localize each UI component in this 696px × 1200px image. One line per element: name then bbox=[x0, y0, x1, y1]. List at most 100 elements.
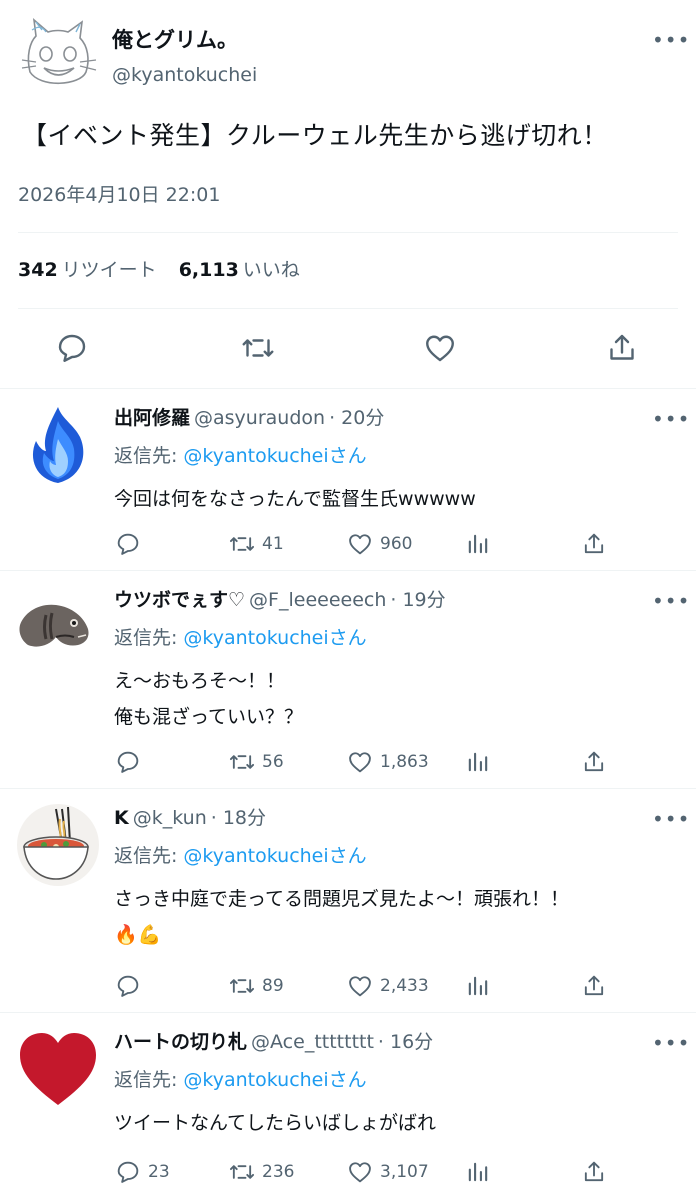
reply-tweet[interactable]: ハートの切り札 @Ace_tttttttt · 16分 ••• 返信先: @kyant… bbox=[0, 1012, 696, 1200]
reply-author-handle[interactable]: @Ace_tttttttt bbox=[251, 1031, 374, 1053]
share-button[interactable] bbox=[580, 1157, 608, 1187]
reply-icon bbox=[117, 1161, 139, 1183]
reply-action-bar: 56 1,863 bbox=[0, 747, 696, 777]
reply-to-link[interactable]: @kyantokucheiさん bbox=[183, 1069, 366, 1091]
retweet-icon bbox=[229, 537, 255, 551]
reply-author-name[interactable]: ウツボでぇす♡ bbox=[114, 589, 245, 611]
reply-time[interactable]: · 16分 bbox=[378, 1031, 433, 1053]
reply-button[interactable] bbox=[114, 529, 148, 559]
retweet-button[interactable]: 56 bbox=[228, 747, 284, 777]
reply-text: 今回は何をなさったんで監督生氏wwwww bbox=[114, 481, 476, 517]
reply-icon bbox=[117, 751, 139, 773]
moray-eel-icon[interactable] bbox=[16, 585, 100, 669]
reply-to-link[interactable]: @kyantokucheiさん bbox=[183, 845, 366, 867]
reply-to-link[interactable]: @kyantokucheiさん bbox=[183, 445, 366, 467]
reply-action-bar: 89 2,433 bbox=[0, 971, 696, 1001]
like-count[interactable]: 6,113 bbox=[179, 259, 239, 281]
reply-icon[interactable] bbox=[54, 330, 90, 366]
like-icon bbox=[349, 976, 371, 997]
analytics-button[interactable] bbox=[464, 529, 492, 559]
reply-button[interactable] bbox=[114, 971, 148, 1001]
like-button[interactable]: 3,107 bbox=[346, 1157, 429, 1187]
tweet-stats: 342 リツイート 6,113 いいね bbox=[18, 255, 300, 282]
like-count: 2,433 bbox=[380, 976, 429, 996]
reply-time[interactable]: · 18分 bbox=[211, 807, 266, 829]
retweet-button[interactable]: 236 bbox=[228, 1157, 294, 1187]
more-options-icon[interactable]: ••• bbox=[652, 591, 690, 611]
like-button[interactable]: 960 bbox=[346, 529, 412, 559]
noodle-bowl-icon[interactable] bbox=[16, 803, 100, 887]
share-icon[interactable] bbox=[604, 330, 640, 366]
reply-button[interactable] bbox=[114, 747, 148, 777]
share-button[interactable] bbox=[580, 747, 608, 777]
share-button[interactable] bbox=[580, 529, 608, 559]
reply-author-handle[interactable]: @k_kun bbox=[133, 807, 207, 829]
retweet-count[interactable]: 342 bbox=[18, 259, 58, 281]
reply-author-name[interactable]: 出阿修羅 bbox=[114, 407, 190, 429]
reply-icon bbox=[117, 975, 139, 997]
blue-flame-icon[interactable] bbox=[16, 403, 100, 487]
reply-text: さっき中庭で走ってる問題児ズ見たよ〜！頑張れ！！ 🔥💪 bbox=[114, 881, 569, 953]
reply-time[interactable]: · 20分 bbox=[329, 407, 384, 429]
reply-author-handle[interactable]: @F_leeeeeech bbox=[249, 589, 386, 611]
reply-author-name[interactable]: ハートの切り札 bbox=[114, 1031, 247, 1053]
analytics-button[interactable] bbox=[464, 747, 492, 777]
retweet-icon bbox=[229, 1165, 255, 1179]
reply-to-label: 返信先: bbox=[114, 627, 178, 649]
reply-to-label: 返信先: bbox=[114, 445, 178, 467]
reply-icon bbox=[117, 533, 139, 555]
more-options-icon[interactable]: ••• bbox=[652, 409, 690, 429]
reply-text-line: ツイートなんてしたらいばしょがばれ bbox=[114, 1112, 437, 1134]
reply-author-handle[interactable]: @asyuraudon bbox=[194, 407, 325, 429]
like-button[interactable]: 1,863 bbox=[346, 747, 429, 777]
reply-button[interactable]: 23 bbox=[114, 1157, 170, 1187]
like-icon[interactable] bbox=[422, 330, 458, 366]
retweet-count: 236 bbox=[262, 1162, 295, 1182]
divider bbox=[18, 232, 678, 233]
reply-text-line: 俺も混ざっていい？？ bbox=[114, 706, 304, 728]
reply-text: ツイートなんてしたらいばしょがばれ bbox=[114, 1105, 436, 1141]
analytics-icon bbox=[468, 1162, 488, 1182]
like-button[interactable]: 2,433 bbox=[346, 971, 429, 1001]
cat-avatar-icon[interactable] bbox=[16, 16, 100, 100]
share-icon bbox=[584, 533, 604, 554]
author-handle[interactable]: @kyantokuchei bbox=[112, 64, 257, 86]
red-heart-icon[interactable] bbox=[16, 1027, 100, 1111]
more-options-icon[interactable]: ••• bbox=[652, 1033, 690, 1053]
retweet-count: 41 bbox=[262, 534, 284, 554]
share-button[interactable] bbox=[580, 971, 608, 1001]
reply-tweet[interactable]: 出阿修羅 @asyuraudon · 20分 ••• 返信先: @kyantokuch… bbox=[0, 388, 696, 570]
analytics-icon bbox=[468, 976, 488, 996]
analytics-button[interactable] bbox=[464, 971, 492, 1001]
tweet-text: 【イベント発生】クルーウェル先生から逃げ切れ！ bbox=[22, 121, 608, 150]
like-label[interactable]: いいね bbox=[243, 259, 300, 281]
retweet-button[interactable]: 89 bbox=[228, 971, 284, 1001]
reply-count: 23 bbox=[148, 1162, 170, 1182]
analytics-icon bbox=[468, 752, 488, 772]
retweet-count: 56 bbox=[262, 752, 284, 772]
reply-tweet[interactable]: ウツボでぇす♡ @F_leeeeeech · 19分 ••• 返信先: @kyanto… bbox=[0, 570, 696, 788]
like-icon bbox=[349, 752, 371, 773]
more-options-icon[interactable]: ••• bbox=[652, 30, 690, 50]
reply-action-bar: 41 960 bbox=[0, 529, 696, 559]
reply-time[interactable]: · 19分 bbox=[390, 589, 445, 611]
retweet-icon[interactable] bbox=[240, 330, 276, 366]
more-options-icon[interactable]: ••• bbox=[652, 809, 690, 829]
author-name[interactable]: 俺とグリム。 bbox=[112, 24, 238, 54]
share-icon bbox=[584, 1161, 604, 1182]
reply-to-label: 返信先: bbox=[114, 1069, 178, 1091]
reply-to-link[interactable]: @kyantokucheiさん bbox=[183, 627, 366, 649]
main-tweet: 俺とグリム。 @kyantokuchei ••• 【イベント発生】クルーウェル先… bbox=[0, 0, 696, 388]
reply-tweet[interactable]: K @k_kun · 18分 ••• 返信先: @kyantokucheiさん さっき… bbox=[0, 788, 696, 1012]
reply-text-line: さっき中庭で走ってる問題児ズ見たよ〜！頑張れ！！ bbox=[114, 888, 570, 910]
reply-text: え〜おもろそ〜！！ 俺も混ざっていい？？ bbox=[114, 663, 303, 735]
like-icon bbox=[349, 1162, 371, 1183]
share-icon bbox=[584, 751, 604, 772]
retweet-label[interactable]: リツイート bbox=[62, 259, 157, 281]
analytics-button[interactable] bbox=[464, 1157, 492, 1187]
tweet-timestamp[interactable]: 2026年4月10日 22:01 bbox=[18, 180, 220, 207]
reply-to-label: 返信先: bbox=[114, 845, 178, 867]
retweet-button[interactable]: 41 bbox=[228, 529, 284, 559]
reply-author-name[interactable]: K bbox=[114, 807, 129, 829]
like-icon bbox=[349, 534, 371, 555]
